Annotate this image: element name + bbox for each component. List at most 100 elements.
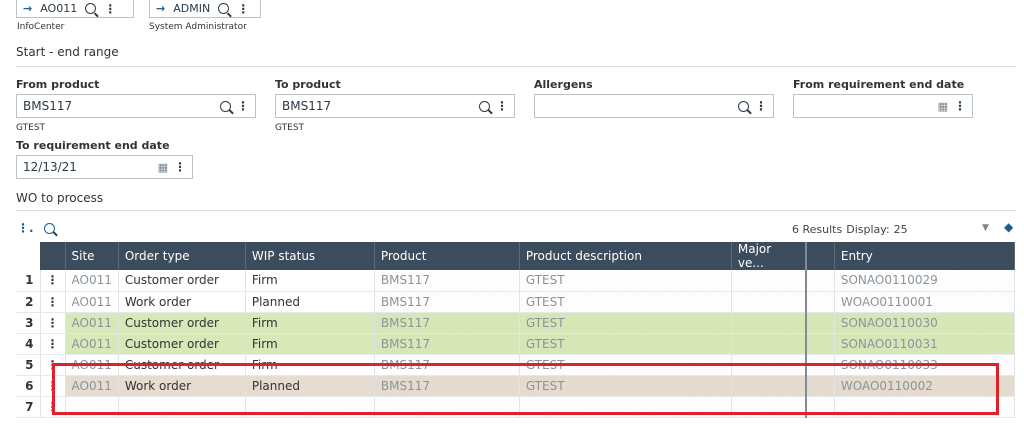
- cell-order-type[interactable]: Customer order: [118, 354, 246, 376]
- cell-wip-status[interactable]: Planned: [245, 291, 375, 313]
- cell-entry[interactable]: SONAO0110030: [834, 312, 1015, 334]
- kebab-menu-icon[interactable]: ⋮: [174, 161, 186, 173]
- cell-site[interactable]: AO011: [65, 312, 119, 334]
- cell-product[interactable]: BMS117: [374, 270, 520, 292]
- range-section-title: Start - end range: [16, 45, 119, 59]
- user-field[interactable]: → ADMIN ⋮: [149, 0, 261, 18]
- cell-major-version[interactable]: [731, 396, 808, 418]
- cell-major-version[interactable]: [731, 375, 808, 397]
- cell-major-version[interactable]: [731, 354, 808, 376]
- cell-product[interactable]: BMS117: [374, 333, 520, 355]
- col-site[interactable]: Site: [65, 242, 119, 270]
- kebab-menu-icon[interactable]: ⋮: [496, 100, 508, 112]
- cell-major-version[interactable]: [731, 270, 808, 292]
- cell-wip-status[interactable]: Firm: [245, 333, 375, 355]
- search-icon[interactable]: [218, 3, 230, 14]
- cell-product-description[interactable]: [519, 396, 732, 418]
- cell-entry[interactable]: [834, 396, 1015, 418]
- cell-order-type[interactable]: [118, 396, 246, 418]
- calendar-icon[interactable]: ▦: [158, 161, 168, 174]
- cell-site[interactable]: AO011: [65, 375, 119, 397]
- cell-product[interactable]: BMS117: [374, 375, 520, 397]
- cell-entry[interactable]: SONAO0110029: [834, 270, 1015, 292]
- cell-wip-status[interactable]: Firm: [245, 312, 375, 334]
- kebab-menu-icon[interactable]: ⋮: [954, 100, 966, 112]
- cell-entry[interactable]: WOAO0110001: [834, 291, 1015, 313]
- cell-order-type[interactable]: Work order: [118, 291, 246, 313]
- col-wip-status[interactable]: WIP status: [245, 242, 375, 270]
- search-icon[interactable]: [479, 100, 490, 112]
- grid-menu-icon[interactable]: ⋮.: [17, 222, 34, 234]
- col-major-version[interactable]: Major ve...: [731, 242, 808, 270]
- row-menu-icon[interactable]: ⋮: [40, 354, 66, 376]
- row-number: 4: [16, 333, 41, 355]
- col-product-description[interactable]: Product description: [519, 242, 732, 270]
- cell-product-description[interactable]: GTEST: [519, 333, 732, 355]
- row-menu-icon[interactable]: ⋮: [40, 333, 66, 355]
- table-row[interactable]: 6 ⋮ AO011 Work order Planned BMS117 GTES…: [16, 375, 1015, 397]
- row-menu-icon[interactable]: ⋮: [40, 270, 66, 292]
- cell-product-description[interactable]: GTEST: [519, 312, 732, 334]
- section-divider: [16, 66, 1016, 67]
- cell-site[interactable]: AO011: [65, 333, 119, 355]
- kebab-menu-icon[interactable]: ⋮: [237, 3, 249, 15]
- row-menu-icon[interactable]: ⋮: [40, 396, 66, 418]
- cell-site[interactable]: AO011: [65, 354, 119, 376]
- cell-wip-status[interactable]: Planned: [245, 375, 375, 397]
- cell-wip-status[interactable]: Firm: [245, 354, 375, 376]
- kebab-menu-icon[interactable]: ⋮: [755, 100, 767, 112]
- cell-product[interactable]: BMS117: [374, 312, 520, 334]
- kebab-menu-icon[interactable]: ⋮: [104, 3, 116, 15]
- cell-product[interactable]: [374, 396, 520, 418]
- search-icon[interactable]: [85, 3, 97, 14]
- display-dropdown-icon[interactable]: ▼: [982, 223, 989, 233]
- search-icon[interactable]: [220, 100, 231, 112]
- site-field[interactable]: → AO011 ⋮: [16, 0, 134, 18]
- calendar-icon[interactable]: ▦: [938, 100, 948, 113]
- display-value[interactable]: 25: [894, 223, 908, 236]
- col-order-type[interactable]: Order type: [118, 242, 246, 270]
- cell-order-type[interactable]: Work order: [118, 375, 246, 397]
- row-menu-icon[interactable]: ⋮: [40, 375, 66, 397]
- cell-order-type[interactable]: Customer order: [118, 333, 246, 355]
- cell-product-description[interactable]: GTEST: [519, 375, 732, 397]
- table-row[interactable]: 7 ⋮: [16, 396, 1015, 418]
- to-product-input[interactable]: BMS117 ⋮: [275, 94, 515, 118]
- cell-entry[interactable]: WOAO0110002: [834, 375, 1015, 397]
- cell-product-description[interactable]: GTEST: [519, 291, 732, 313]
- table-row[interactable]: 3 ⋮ AO011 Customer order Firm BMS117 GTE…: [16, 312, 1015, 334]
- cell-entry[interactable]: SONAO0110031: [834, 333, 1015, 355]
- cell-major-version[interactable]: [731, 312, 808, 334]
- search-icon[interactable]: [738, 100, 749, 112]
- cell-site[interactable]: AO011: [65, 291, 119, 313]
- from-req-end-input[interactable]: ▦ ⋮: [793, 94, 973, 118]
- row-menu-icon[interactable]: ⋮: [40, 291, 66, 313]
- table-row[interactable]: 2 ⋮ AO011 Work order Planned BMS117 GTES…: [16, 291, 1015, 313]
- table-row[interactable]: 1 ⋮ AO011 Customer order Firm BMS117 GTE…: [16, 270, 1015, 292]
- cell-product[interactable]: BMS117: [374, 354, 520, 376]
- col-product[interactable]: Product: [374, 242, 520, 270]
- cell-major-version[interactable]: [731, 291, 808, 313]
- table-row[interactable]: 5 ⋮ AO011 Customer order Firm BMS117 GTE…: [16, 354, 1015, 376]
- col-entry[interactable]: Entry: [834, 242, 1015, 270]
- from-product-input[interactable]: BMS117 ⋮: [16, 94, 256, 118]
- row-menu-icon[interactable]: ⋮: [40, 312, 66, 334]
- cell-product-description[interactable]: GTEST: [519, 354, 732, 376]
- kebab-menu-icon[interactable]: ⋮: [237, 100, 249, 112]
- to-req-end-label: To requirement end date: [16, 139, 170, 152]
- cell-site[interactable]: AO011: [65, 270, 119, 292]
- cell-wip-status[interactable]: Firm: [245, 270, 375, 292]
- cell-product-description[interactable]: GTEST: [519, 270, 732, 292]
- cell-wip-status[interactable]: [245, 396, 375, 418]
- cell-site[interactable]: [65, 396, 119, 418]
- cell-product[interactable]: BMS117: [374, 291, 520, 313]
- table-row[interactable]: 4 ⋮ AO011 Customer order Firm BMS117 GTE…: [16, 333, 1015, 355]
- cell-order-type[interactable]: Customer order: [118, 312, 246, 334]
- cell-order-type[interactable]: Customer order: [118, 270, 246, 292]
- to-req-end-input[interactable]: 12/13/21 ▦ ⋮: [16, 155, 193, 179]
- layers-icon[interactable]: ◆: [1004, 220, 1013, 234]
- grid-search-icon[interactable]: [43, 222, 55, 234]
- cell-entry[interactable]: SONAO0110033: [834, 354, 1015, 376]
- allergens-input[interactable]: ⋮: [534, 94, 774, 118]
- cell-major-version[interactable]: [731, 333, 808, 355]
